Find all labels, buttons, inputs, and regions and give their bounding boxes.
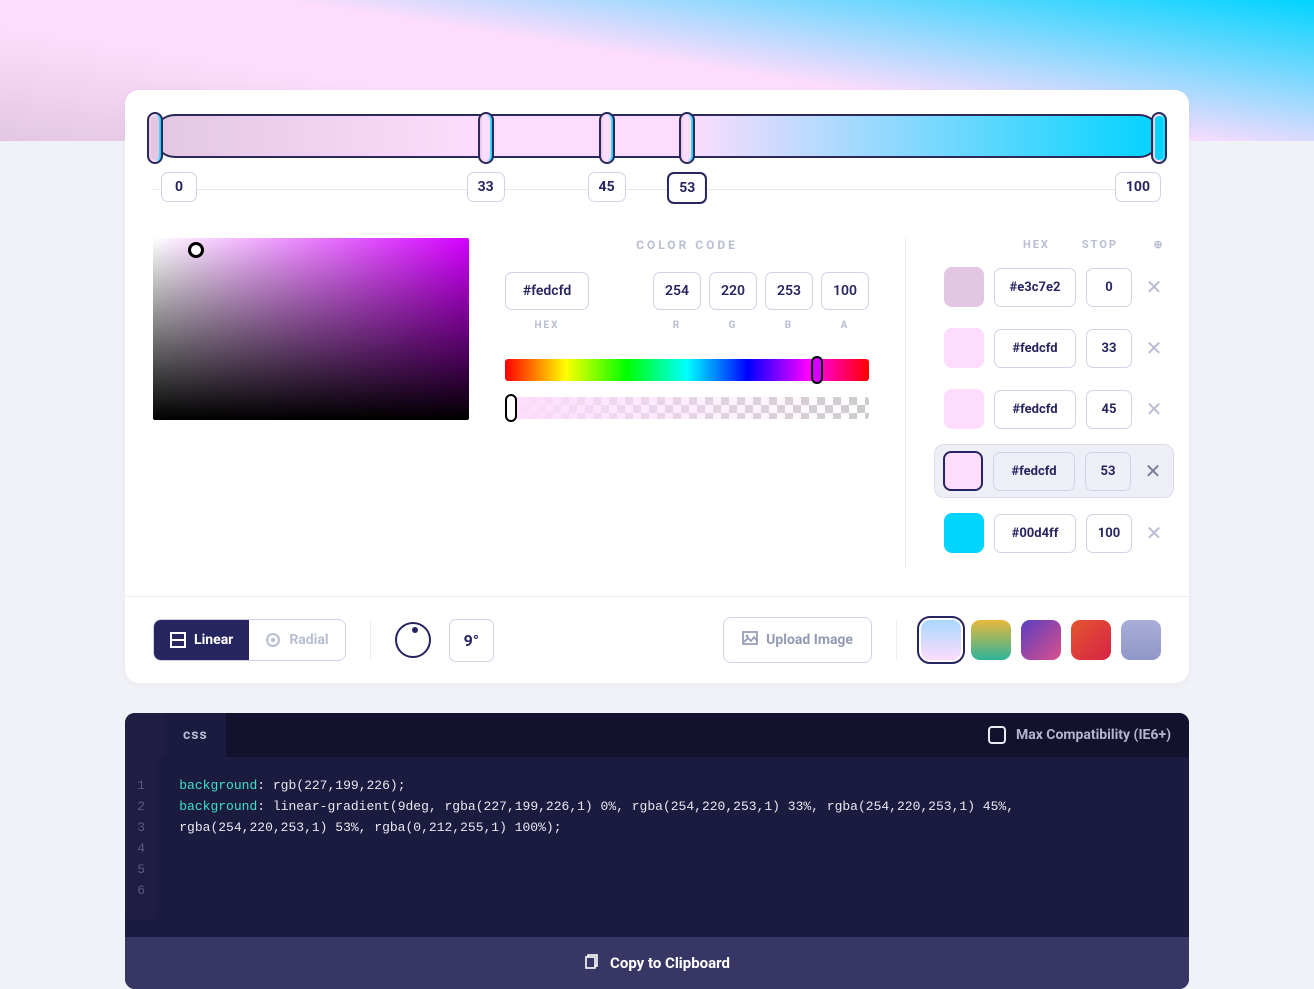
stop-position-input[interactable]: 33 [467, 172, 505, 202]
divider [370, 621, 371, 659]
color-swatch[interactable] [944, 389, 984, 429]
row-hex-input[interactable]: #00d4ff [994, 514, 1076, 553]
stop-column-header: STOP [1082, 238, 1118, 251]
row-stop-input[interactable]: 33 [1086, 329, 1132, 368]
alpha-handle[interactable] [505, 394, 517, 422]
row-hex-input[interactable]: #fedcfd [993, 452, 1075, 491]
picker-cursor[interactable] [188, 242, 204, 258]
upload-image-button[interactable]: Upload Image [723, 617, 872, 663]
g-input[interactable]: 220 [709, 272, 757, 310]
preset-swatch[interactable] [1071, 620, 1111, 660]
stop-position-labels: 0 33 45 53 100 [153, 172, 1161, 218]
row-hex-input[interactable]: #e3c7e2 [994, 268, 1076, 307]
stop-position-input[interactable]: 53 [667, 172, 707, 204]
alpha-slider[interactable] [505, 397, 869, 419]
add-stop-icon[interactable]: ⊕ [1150, 238, 1168, 251]
css-tab[interactable]: css [165, 713, 226, 757]
stop-position-input[interactable]: 45 [588, 172, 626, 202]
divider [896, 621, 897, 659]
hue-slider[interactable] [505, 359, 869, 381]
stop-handle[interactable] [478, 112, 494, 164]
color-swatch[interactable] [944, 267, 984, 307]
row-hex-input[interactable]: #fedcfd [994, 329, 1076, 368]
color-swatch[interactable] [944, 513, 984, 553]
compat-label: Max Compatibility (IE6+) [1016, 727, 1171, 743]
row-stop-input[interactable]: 0 [1086, 268, 1132, 307]
copy-button[interactable]: Copy to Clipboard [125, 937, 1189, 989]
stop-handle[interactable] [147, 112, 163, 164]
stop-position-input[interactable]: 0 [161, 172, 197, 202]
delete-stop-icon[interactable]: ✕ [1142, 336, 1166, 360]
hue-handle[interactable] [811, 356, 823, 384]
stop-position-input[interactable]: 100 [1115, 172, 1161, 202]
preset-swatch[interactable] [1121, 620, 1161, 660]
saturation-picker[interactable] [153, 238, 469, 420]
color-swatch[interactable] [944, 328, 984, 368]
linear-button[interactable]: Linear [154, 620, 249, 660]
b-label: B [765, 320, 813, 331]
linear-icon [170, 632, 186, 648]
radial-button[interactable]: Radial [249, 620, 344, 660]
delete-stop-icon[interactable]: ✕ [1142, 521, 1166, 545]
stop-row[interactable]: #fedcfd 53 ✕ [934, 444, 1174, 498]
editor-panel: 0 33 45 53 100 COLOR CODE #fedcfd 254 22… [125, 90, 1189, 683]
color-code-header: COLOR CODE [505, 238, 869, 252]
hex-column-header: HEX [1023, 238, 1050, 251]
type-toggle: Linear Radial [153, 619, 346, 661]
delete-stop-icon[interactable]: ✕ [1141, 459, 1165, 483]
row-stop-input[interactable]: 53 [1085, 452, 1131, 491]
a-input[interactable]: 100 [821, 272, 869, 310]
linear-label: Linear [194, 632, 233, 648]
gradient-bar[interactable] [153, 114, 1161, 158]
row-stop-input[interactable]: 100 [1086, 514, 1132, 553]
radial-label: Radial [289, 632, 328, 648]
a-label: A [821, 320, 869, 331]
line-numbers: 123456 [125, 757, 157, 919]
checkbox-icon[interactable] [988, 726, 1006, 744]
image-icon [742, 630, 758, 650]
copy-label: Copy to Clipboard [610, 954, 730, 972]
g-label: G [709, 320, 757, 331]
r-label: R [653, 320, 701, 331]
r-input[interactable]: 254 [653, 272, 701, 310]
stop-handle[interactable] [679, 112, 695, 164]
clipboard-icon [584, 953, 600, 973]
hex-input[interactable]: #fedcfd [505, 272, 589, 310]
delete-stop-icon[interactable]: ✕ [1142, 397, 1166, 421]
code-output[interactable]: background: rgb(227,199,226); background… [157, 775, 1189, 919]
preset-swatch[interactable] [971, 620, 1011, 660]
preset-swatch[interactable] [1021, 620, 1061, 660]
stop-row[interactable]: #fedcfd 33 ✕ [934, 322, 1174, 374]
b-input[interactable]: 253 [765, 272, 813, 310]
stop-handle[interactable] [599, 112, 615, 164]
angle-input[interactable]: 9° [449, 619, 494, 662]
row-stop-input[interactable]: 45 [1086, 390, 1132, 429]
hex-label: HEX [505, 320, 589, 331]
radial-icon [265, 632, 281, 648]
angle-dial[interactable] [395, 622, 431, 658]
compat-toggle[interactable]: Max Compatibility (IE6+) [988, 726, 1189, 744]
stop-handle[interactable] [1151, 112, 1167, 164]
stop-row[interactable]: #e3c7e2 0 ✕ [934, 261, 1174, 313]
code-panel: css Max Compatibility (IE6+) 123456 back… [125, 713, 1189, 989]
delete-stop-icon[interactable]: ✕ [1142, 275, 1166, 299]
stop-row[interactable]: #fedcfd 45 ✕ [934, 383, 1174, 435]
row-hex-input[interactable]: #fedcfd [994, 390, 1076, 429]
stop-row[interactable]: #00d4ff 100 ✕ [934, 507, 1174, 559]
upload-label: Upload Image [766, 632, 853, 648]
color-swatch[interactable] [943, 451, 983, 491]
preset-swatch[interactable] [921, 620, 961, 660]
